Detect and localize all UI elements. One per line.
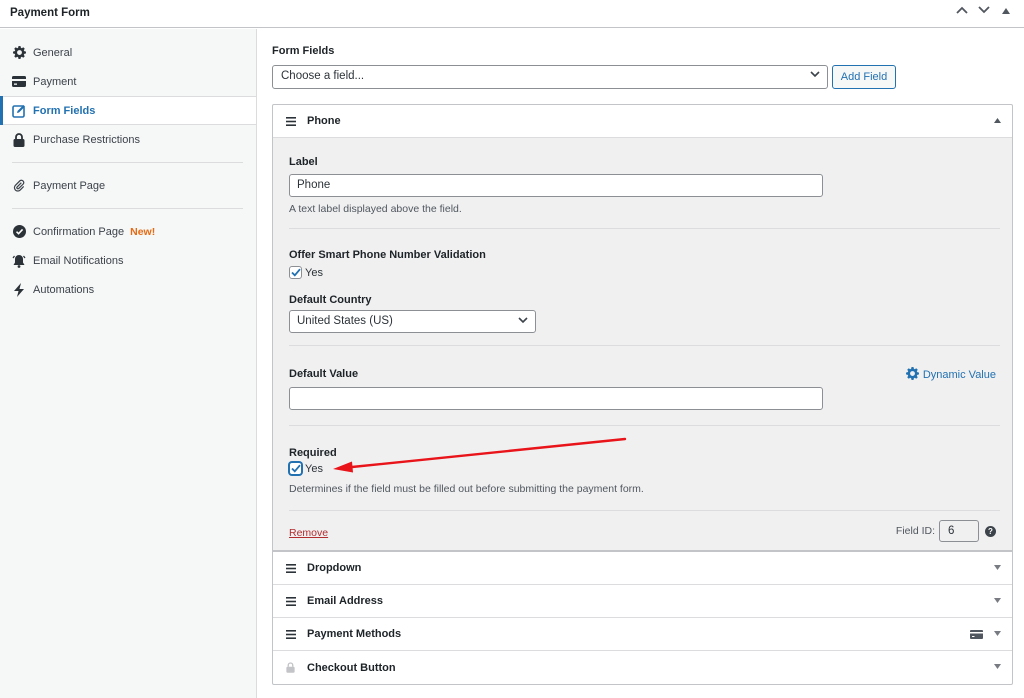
field-id-label: Field ID:	[895, 525, 935, 537]
expand-icon[interactable]	[994, 629, 1001, 638]
checkbox-checked-icon[interactable]	[289, 462, 302, 475]
sidebar-item-label: Form Fields	[33, 104, 96, 117]
label-heading: Label	[289, 156, 318, 168]
field-title: Checkout Button	[307, 661, 396, 674]
country-heading: Default Country	[289, 294, 372, 306]
chevron-down-icon[interactable]	[976, 5, 992, 17]
validation-checkbox[interactable]: Yes	[289, 266, 323, 279]
field-select-value: Choose a field...	[281, 70, 365, 82]
sidebar-item-label: Payment	[33, 75, 77, 88]
panel-title: Payment Form	[10, 7, 90, 19]
sidebar-item-label: Payment Page	[33, 179, 106, 192]
field-header-phone[interactable]: Phone	[273, 105, 1012, 138]
sidebar-item-general[interactable]: General	[0, 38, 256, 67]
default-value-heading: Default Value	[289, 368, 359, 380]
checkbox-label: Yes	[305, 462, 323, 475]
chevron-down-icon	[810, 70, 820, 81]
default-value-input[interactable]	[289, 387, 823, 410]
dynamic-value-label: Dynamic Value	[922, 369, 996, 381]
expand-icon[interactable]	[994, 596, 1001, 605]
country-select[interactable]: United States (US)	[289, 310, 536, 333]
dynamic-value-link[interactable]: Dynamic Value	[905, 367, 996, 383]
drag-handle-icon[interactable]	[286, 563, 298, 573]
sidebar-item-automations[interactable]: Automations	[0, 275, 256, 304]
field-header-payment-methods[interactable]: Payment Methods	[273, 618, 1012, 651]
lock-icon	[12, 132, 26, 147]
sidebar-item-label: Confirmation Page	[33, 225, 125, 238]
divider	[289, 425, 1000, 426]
triangle-up-icon[interactable]	[998, 5, 1014, 17]
field-title: Payment Methods	[307, 628, 402, 640]
divider	[289, 228, 1000, 229]
sidebar-item-label: Automations	[33, 283, 95, 296]
required-heading: Required	[289, 447, 337, 459]
label-input[interactable]: Phone	[289, 174, 823, 197]
field-title: Dropdown	[307, 562, 362, 574]
drag-handle-icon[interactable]	[286, 629, 298, 639]
sidebar-item-label: General	[33, 46, 73, 59]
sidebar-divider	[12, 162, 243, 163]
sidebar-item-form-fields[interactable]: Form Fields	[0, 96, 256, 125]
required-description: Determines if the field must be filled o…	[289, 483, 644, 495]
section-title: Form Fields	[272, 45, 335, 57]
expand-icon[interactable]	[994, 662, 1001, 671]
form-fields-list: Phone Label Phone A text label displayed…	[272, 104, 1013, 685]
sidebar-item-purchase-restrictions[interactable]: Purchase Restrictions	[0, 125, 256, 154]
field-header-dropdown[interactable]: Dropdown	[273, 552, 1012, 585]
paperclip-icon	[12, 179, 26, 193]
required-checkbox[interactable]: Yes	[289, 462, 323, 475]
credit-card-icon	[970, 630, 983, 642]
sidebar-item-payment[interactable]: Payment	[0, 67, 256, 96]
edit-icon	[12, 104, 26, 118]
collapse-icon[interactable]	[994, 116, 1001, 125]
field-type-select[interactable]: Choose a field...	[272, 65, 828, 89]
chevron-up-icon[interactable]	[954, 5, 970, 17]
help-icon[interactable]: ?	[985, 525, 996, 537]
add-field-button[interactable]: Add Field	[832, 65, 896, 89]
checkbox-checked-icon[interactable]	[289, 266, 302, 279]
bolt-icon	[12, 282, 26, 297]
lock-icon	[286, 662, 298, 673]
divider	[289, 510, 1000, 511]
credit-card-icon	[12, 75, 26, 89]
validation-heading: Offer Smart Phone Number Validation	[289, 249, 486, 261]
sidebar-divider	[12, 208, 243, 209]
field-id-input[interactable]: 6	[939, 520, 979, 542]
sidebar-item-confirmation-page[interactable]: Confirmation Page New!	[0, 217, 256, 246]
drag-handle-icon[interactable]	[286, 116, 298, 126]
field-settings-phone: Label Phone A text label displayed above…	[273, 138, 1012, 552]
bell-icon	[12, 254, 26, 268]
field-header-email-address[interactable]: Email Address	[273, 585, 1012, 618]
chevron-down-icon	[518, 315, 528, 327]
sidebar-item-label: Email Notifications	[33, 254, 124, 267]
gear-icon	[905, 367, 919, 383]
divider	[289, 345, 1000, 346]
field-title: Phone	[307, 115, 341, 127]
new-badge: New!	[130, 225, 156, 238]
field-title: Email Address	[307, 595, 384, 607]
sidebar-item-label: Purchase Restrictions	[33, 133, 140, 146]
check-circle-icon	[12, 225, 26, 239]
field-id: Field ID: 6 ?	[896, 520, 996, 542]
country-value: United States (US)	[297, 315, 393, 327]
sidebar-item-email-notifications[interactable]: Email Notifications	[0, 246, 256, 275]
drag-handle-icon[interactable]	[286, 596, 298, 606]
field-header-checkout-button[interactable]: Checkout Button	[273, 651, 1012, 684]
expand-icon[interactable]	[994, 563, 1001, 572]
panel-controls	[954, 5, 1014, 17]
remove-field-link[interactable]: Remove	[289, 527, 328, 539]
gear-icon	[12, 46, 26, 60]
panel-header: Payment Form	[0, 0, 1024, 28]
label-description: A text label displayed above the field.	[289, 203, 462, 215]
sidebar-item-payment-page[interactable]: Payment Page	[0, 171, 256, 200]
checkbox-label: Yes	[305, 266, 323, 279]
settings-sidebar: General Payment Form Fields Purchase Res…	[0, 29, 257, 698]
